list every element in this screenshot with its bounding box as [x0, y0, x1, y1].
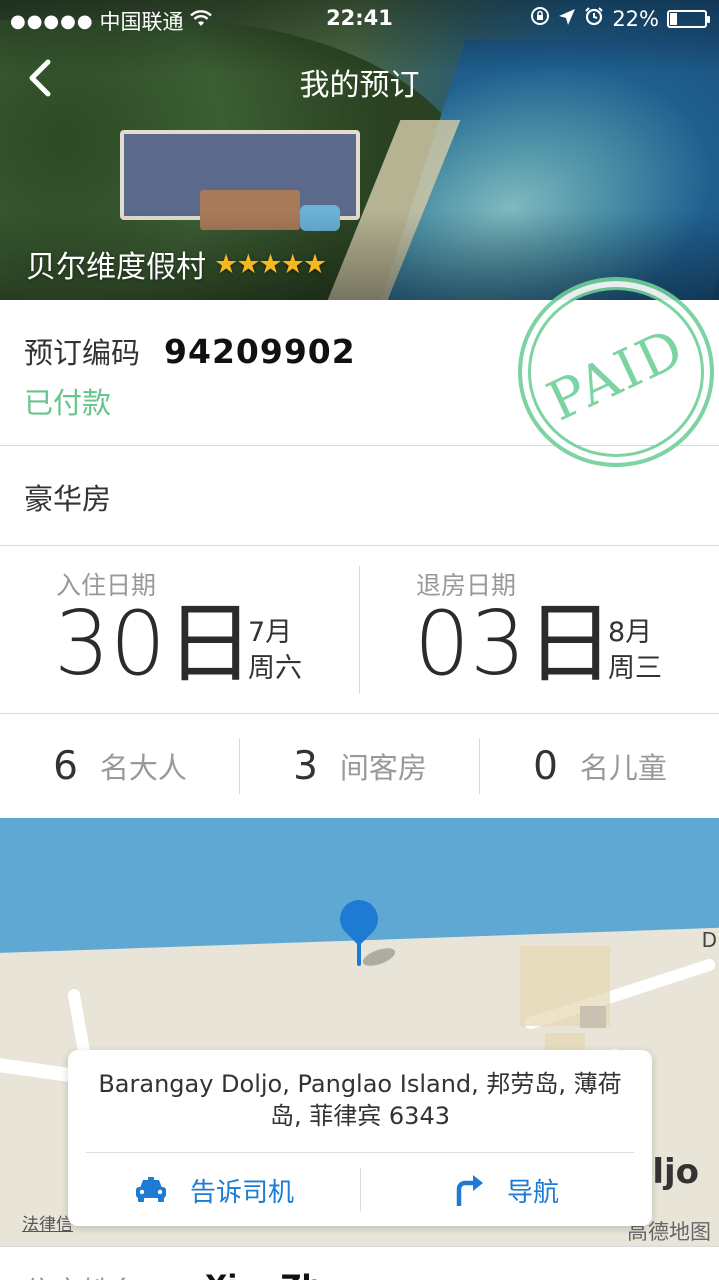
- check-out-month: 8月: [608, 617, 653, 648]
- check-out-day: 03日: [414, 592, 614, 695]
- battery-icon: [667, 9, 710, 28]
- map-edge-label: D: [701, 928, 717, 952]
- booking-code-label: 预订编码: [24, 336, 141, 370]
- navigate-button[interactable]: 导航: [360, 1154, 652, 1226]
- adults-count: 6 名大人: [0, 714, 240, 818]
- battery-percent: 22%: [612, 6, 659, 31]
- stay-dates: 入住日期 30日 7月 周六 退房日期 03日 8月 周三: [0, 546, 719, 714]
- location-pin-icon[interactable]: [332, 892, 398, 970]
- star-rating: ★★★★★: [214, 248, 327, 280]
- map-building: [580, 1006, 606, 1028]
- payment-status: 已付款: [24, 386, 112, 420]
- navigate-label: 导航: [506, 1177, 559, 1208]
- guest-name-value: Xi... Zh...: [205, 1269, 355, 1280]
- map-place-label: ljo: [652, 1152, 699, 1192]
- location-arrow-icon: [558, 7, 576, 31]
- rooms-number: 3: [293, 743, 318, 789]
- check-out-date: 退房日期 03日 8月 周三: [360, 546, 719, 714]
- location-map[interactable]: D ljo 法律信 高德地图 Barangay Doljo, Panglao I…: [0, 818, 719, 1246]
- adults-number: 6: [53, 743, 78, 789]
- children-unit: 名儿童: [579, 751, 667, 785]
- check-in-month: 7月: [248, 617, 293, 648]
- paid-stamp: PAID: [518, 277, 714, 467]
- alarm-icon: [584, 6, 604, 31]
- adults-unit: 名大人: [99, 751, 187, 785]
- guest-name-label: 住客姓名: [24, 1269, 140, 1280]
- room-type-row: 豪华房: [0, 446, 719, 546]
- tell-driver-label: 告诉司机: [189, 1177, 294, 1208]
- check-out-weekday: 周三: [608, 653, 662, 684]
- hotel-name-row: 贝尔维度假村 ★★★★★: [26, 242, 327, 286]
- hotel-hero-image: ●●●●● 中国联通 22:41 22% 我的预订 贝尔维度假村 ★★★★★: [0, 0, 719, 300]
- room-type: 豪华房: [24, 482, 112, 516]
- guest-name-row: 住客姓名 Xi... Zh...: [0, 1246, 719, 1280]
- page-title: 我的预订: [299, 68, 420, 103]
- booking-code-value: 94209902: [164, 332, 356, 371]
- rooms-unit: 间客房: [339, 751, 427, 785]
- status-bar: ●●●●● 中国联通 22:41 22%: [0, 0, 719, 40]
- address-card: Barangay Doljo, Panglao Island, 邦劳岛, 薄荷岛…: [68, 1050, 652, 1226]
- rotation-lock-icon: [530, 6, 550, 31]
- turn-right-arrow-icon: [453, 1173, 485, 1207]
- check-in-weekday: 周六: [248, 653, 302, 684]
- hotel-name: 贝尔维度假村: [26, 250, 206, 285]
- check-in-day: 30日: [54, 592, 254, 695]
- rooms-count: 3 间客房: [240, 714, 480, 818]
- tell-driver-button[interactable]: 告诉司机: [68, 1154, 360, 1226]
- children-number: 0: [533, 743, 558, 789]
- children-count: 0 名儿童: [480, 714, 719, 818]
- legal-link[interactable]: 法律信: [22, 1210, 73, 1235]
- paid-stamp-text: PAID: [537, 315, 695, 434]
- check-in-date: 入住日期 30日 7月 周六: [0, 546, 359, 714]
- taxi-icon: [134, 1176, 168, 1204]
- guest-counts: 6 名大人 3 间客房 0 名儿童: [0, 714, 719, 818]
- hotel-address: Barangay Doljo, Panglao Island, 邦劳岛, 薄荷岛…: [98, 1070, 622, 1130]
